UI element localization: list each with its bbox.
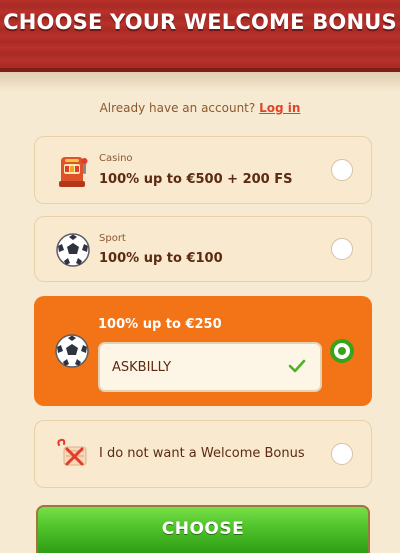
bonus-option-casino[interactable]: Casino 100% up to €500 + 200 FS xyxy=(34,136,372,204)
login-link[interactable]: Log in xyxy=(259,101,300,115)
option-category: Casino xyxy=(99,153,133,164)
page-title: CHOOSE YOUR WELCOME BONUS xyxy=(3,10,397,34)
bonus-option-selected[interactable]: 100% up to €250 xyxy=(34,296,372,406)
option-title: 100% up to €100 xyxy=(99,251,223,266)
option-radio-selected[interactable] xyxy=(330,339,354,363)
option-category: Sport xyxy=(99,233,126,244)
option-title: I do not want a Welcome Bonus xyxy=(99,446,305,461)
option-radio[interactable] xyxy=(331,159,353,181)
slot-machine-icon xyxy=(59,157,88,187)
option-title: 100% up to €500 + 200 FS xyxy=(99,172,293,187)
choose-button[interactable]: CHOOSE xyxy=(36,505,370,553)
login-prompt-text: Already have an account? xyxy=(99,101,256,115)
header-shadow xyxy=(0,72,400,92)
option-radio[interactable] xyxy=(331,238,353,260)
soccer-ball-icon xyxy=(56,233,90,267)
no-bonus-icon xyxy=(57,438,87,466)
promo-code-box[interactable] xyxy=(98,342,322,392)
check-icon xyxy=(288,359,306,373)
promo-code-input[interactable] xyxy=(112,357,282,377)
option-radio[interactable] xyxy=(331,443,353,465)
bonus-option-none[interactable]: I do not want a Welcome Bonus xyxy=(34,420,372,488)
login-prompt-line: Already have an account? Log in xyxy=(0,101,400,115)
header-banner: CHOOSE YOUR WELCOME BONUS xyxy=(0,0,400,72)
soccer-ball-icon xyxy=(55,334,89,368)
bonus-option-sport[interactable]: Sport 100% up to €100 xyxy=(34,216,372,282)
option-title: 100% up to €250 xyxy=(98,317,222,332)
